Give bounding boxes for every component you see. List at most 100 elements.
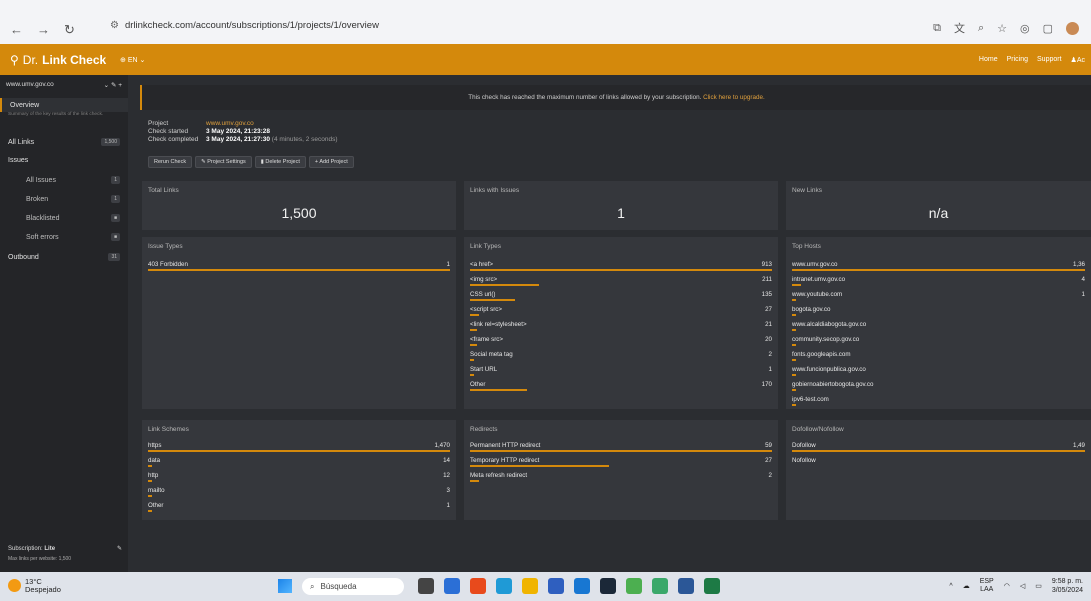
zoom-icon[interactable]: ⌕ [978,22,984,35]
back-icon[interactable]: ← [10,22,23,38]
wrench-icon[interactable]: ✎ [117,544,122,554]
volume-icon[interactable]: ◁ [1020,582,1025,590]
list-row[interactable]: <frame src> 20 [470,336,772,350]
sidebar-item-broken[interactable]: Broken 1 [0,192,128,206]
extension-icon[interactable]: ◎ [1020,22,1030,35]
list-row[interactable]: https 1,470 [148,442,450,456]
sidebar-item-all-issues[interactable]: All Issues 1 [0,173,128,187]
copilot-icon[interactable] [444,578,460,594]
word-icon[interactable] [678,578,694,594]
list-row[interactable]: ipv6-test.com [792,396,1085,410]
list-row[interactable]: Meta refresh redirect 2 [470,472,772,486]
site-info-icon[interactable]: ⚙ [110,20,119,31]
weather-widget[interactable]: 13°C Despejado [8,578,61,594]
list-row[interactable]: Social meta tag 2 [470,351,772,365]
list-row[interactable]: gobiernoabiertobogota.gov.co [792,381,1085,395]
mail-icon[interactable] [574,578,590,594]
edge-icon[interactable] [496,578,512,594]
sidebar-item-outbound[interactable]: Outbound 31 [0,250,128,264]
upgrade-link[interactable]: Click here to upgrade. [703,94,765,101]
install-icon[interactable]: ⧉ [933,22,941,35]
row-bar [792,314,796,316]
app-logo[interactable]: ⚲ Dr. Link Check [10,53,106,67]
list-row[interactable]: intranet.umv.gov.co 4 [792,276,1085,290]
list-row[interactable]: Other 1 [148,502,450,516]
nav-support[interactable]: Support [1037,56,1062,64]
sidebar-item-overview[interactable]: Overview [0,98,128,112]
total-links-panel[interactable]: Total Links 1,500 [142,181,456,230]
list-row[interactable]: mailto 3 [148,487,450,501]
opera-icon[interactable] [470,578,486,594]
sidepanel-icon[interactable]: ▢ [1043,22,1053,35]
list-row[interactable]: www.youtube.com 1 [792,291,1085,305]
list-row[interactable]: www.umv.gov.co 1,36 [792,261,1085,275]
list-row[interactable]: Dofollow 1,49 [792,442,1085,456]
cloud-icon[interactable]: ☁ [963,582,970,590]
row-label: <a href> [470,261,494,268]
list-row[interactable]: Nofollow [792,457,1085,471]
completed-row: Check completed 3 May 2024, 21:27:30 (4 m… [148,136,338,144]
list-row[interactable]: Permanent HTTP redirect 59 [470,442,772,456]
empty-badge-icon: ■ [110,214,120,222]
nav-account[interactable]: ♟Ac [1071,56,1085,64]
list-row[interactable]: www.funcionpublica.gov.co [792,366,1085,380]
clock[interactable]: 9:58 p. m. 3/05/2024 [1052,577,1083,595]
nav-pricing[interactable]: Pricing [1007,56,1028,64]
input-language[interactable]: ESP LAA [980,578,994,594]
taskbar-search[interactable]: ⌕ Búsqueda [302,578,404,595]
reload-icon[interactable]: ↻ [64,22,75,38]
list-row[interactable]: data 14 [148,457,450,471]
sidebar-item-issues[interactable]: Issues [0,153,128,167]
row-label: bogota.gov.co [792,306,831,313]
list-row[interactable]: <link rel=stylesheet> 21 [470,321,772,335]
add-project-button[interactable]: + Add Project [308,156,354,168]
sidebar-item-all-links[interactable]: All Links 1,500 [0,135,128,149]
project-app-icon[interactable] [652,578,668,594]
list-row[interactable]: <script src> 27 [470,306,772,320]
site-selector[interactable]: www.umv.gov.co ⌄ ✎ + [6,81,122,95]
row-bar [470,389,528,391]
language-selector[interactable]: ⊕ EN ⌄ [120,56,145,64]
wrench-icon[interactable]: ✎ [111,82,116,89]
list-row[interactable]: Start URL 1 [470,366,772,380]
list-row[interactable]: <img src> 211 [470,276,772,290]
list-row[interactable]: bogota.gov.co [792,306,1085,320]
chevron-up-icon[interactable]: ^ [949,583,952,590]
nav-home[interactable]: Home [979,56,998,64]
taskview-icon[interactable] [418,578,434,594]
new-links-panel[interactable]: New Links n/a [786,181,1091,230]
store-icon[interactable] [548,578,564,594]
battery-icon[interactable]: ▭ [1035,582,1042,590]
list-row[interactable]: http 12 [148,472,450,486]
add-icon[interactable]: + [118,82,122,89]
profile-avatar[interactable] [1066,21,1079,35]
row-value: 2 [768,472,772,479]
list-row[interactable]: Other 170 [470,381,772,395]
list-row[interactable]: community.secop.gov.co [792,336,1085,350]
project-url[interactable]: www.umv.gov.co [206,120,254,127]
windows-start-icon[interactable] [278,579,292,593]
excel-icon[interactable] [704,578,720,594]
wifi-icon[interactable]: ◠ [1004,582,1010,590]
steam-icon[interactable] [600,578,616,594]
delete-project-button[interactable]: ▮ Delete Project [254,156,306,168]
sidebar-item-soft-errors[interactable]: Soft errors ■ [0,230,128,244]
list-row[interactable]: Temporary HTTP redirect 27 [470,457,772,471]
list-row[interactable]: www.alcaldiabogota.gov.co [792,321,1085,335]
chrome-icon[interactable] [626,578,642,594]
rerun-check-button[interactable]: Rerun Check [148,156,193,168]
bookmark-star-icon[interactable]: ☆ [997,22,1007,35]
forward-icon[interactable]: → [37,22,50,38]
links-with-issues-panel[interactable]: Links with Issues 1 [464,181,778,230]
translate-icon[interactable]: 文 [954,20,965,36]
chevron-down-icon: ⌄ [139,57,146,64]
list-row[interactable]: fonts.googleapis.com [792,351,1085,365]
list-row[interactable]: <a href> 913 [470,261,772,275]
list-row[interactable]: CSS url() 135 [470,291,772,305]
address-bar[interactable]: ⚙ drlinkcheck.com/account/subscriptions/… [110,20,379,31]
file-explorer-icon[interactable] [522,578,538,594]
project-settings-button[interactable]: ✎ Project Settings [195,156,252,168]
sidebar-item-blacklisted[interactable]: Blacklisted ■ [0,211,128,225]
chevron-down-icon[interactable]: ⌄ [104,82,109,89]
list-row[interactable]: 403 Forbidden 1 [148,261,450,275]
